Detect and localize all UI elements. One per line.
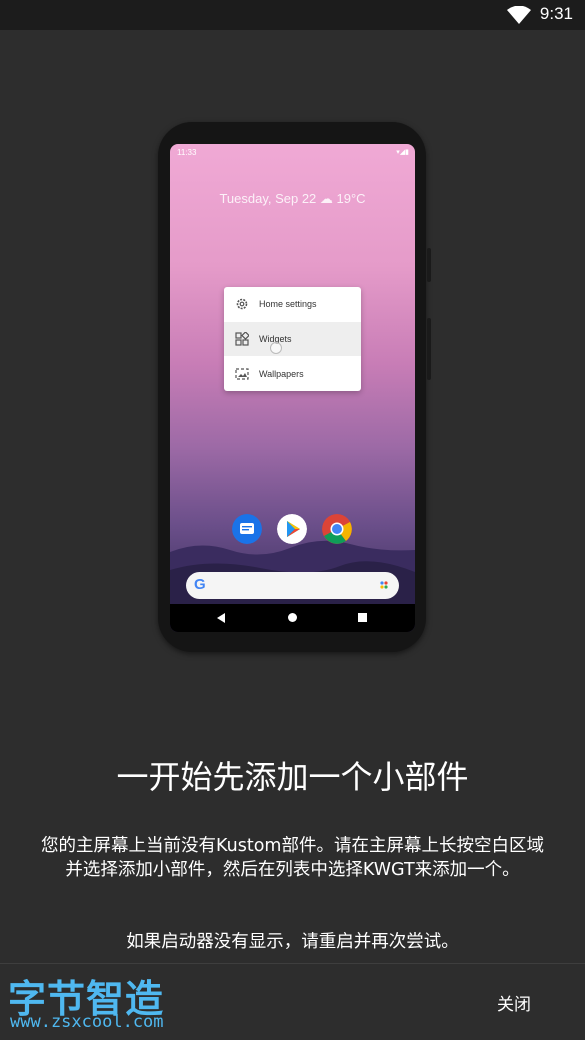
watermark-url: www.zsxcool.com bbox=[10, 1012, 164, 1032]
google-search-bar: G bbox=[186, 572, 399, 599]
status-time: 9:31 bbox=[539, 4, 573, 23]
page-title: 一开始先添加一个小部件 bbox=[116, 758, 469, 796]
phone-nav-bar bbox=[170, 604, 415, 632]
footer-divider bbox=[0, 963, 585, 964]
play-store-icon bbox=[277, 514, 307, 544]
status-bar: 9:31 bbox=[0, 0, 585, 30]
widgets-icon bbox=[235, 332, 249, 346]
description-text: 您的主屏幕上当前没有Kustom部件。请在主屏幕上长按空白区域并选择添加小部件，… bbox=[41, 836, 544, 880]
hint-text: 如果启动器没有显示，请重启并再次尝试。 bbox=[126, 932, 459, 952]
wallpaper-icon bbox=[235, 368, 249, 380]
screen-time: 11:33 bbox=[177, 148, 197, 157]
menu-item-label: Home settings bbox=[259, 299, 317, 309]
close-button[interactable]: 关闭 bbox=[488, 985, 540, 1019]
long-press-menu: Home settings Widgets Wallpapers bbox=[224, 287, 361, 391]
menu-item-widgets: Widgets bbox=[224, 322, 361, 356]
assistant-icon bbox=[380, 581, 388, 589]
chrome-icon bbox=[322, 514, 352, 544]
phone-power-button bbox=[427, 318, 431, 380]
gear-icon bbox=[236, 298, 248, 310]
screen-date-weather: Tuesday, Sep 22 ☁ 19°C bbox=[219, 191, 366, 206]
home-icon bbox=[288, 613, 297, 622]
menu-item-home-settings: Home settings bbox=[224, 287, 361, 321]
phone-volume-button bbox=[427, 248, 431, 282]
menu-item-label: Wallpapers bbox=[259, 369, 304, 379]
screen-status-icons: ▾◢▮ bbox=[396, 148, 409, 156]
menu-item-wallpapers: Wallpapers bbox=[224, 357, 361, 391]
back-icon bbox=[217, 613, 225, 623]
wifi-icon bbox=[507, 6, 531, 24]
google-logo: G bbox=[194, 576, 206, 593]
touch-indicator bbox=[270, 342, 282, 354]
phone-screen: 11:33 ▾◢▮ Tuesday, Sep 22 ☁ 19°C Home se… bbox=[170, 144, 415, 632]
messages-icon bbox=[232, 514, 262, 544]
recents-icon bbox=[358, 613, 367, 622]
